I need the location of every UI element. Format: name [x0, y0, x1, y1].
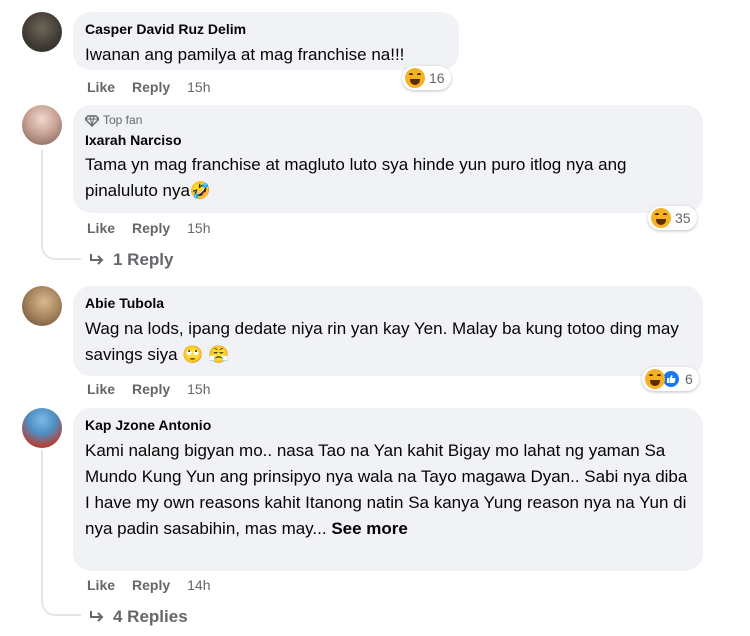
reaction-count: 35: [675, 210, 691, 226]
reaction-summary[interactable]: 35: [648, 206, 697, 230]
haha-icon: [651, 208, 671, 228]
view-replies-button[interactable]: 1 Reply: [89, 250, 173, 270]
comment-actions: Like Reply 14h: [87, 577, 211, 593]
timestamp[interactable]: 15h: [187, 79, 210, 95]
avatar[interactable]: [22, 12, 62, 52]
comment-bubble: Abie Tubola Wag na lods, ipang dedate ni…: [73, 286, 703, 376]
diamond-icon: [85, 114, 99, 127]
reply-button[interactable]: Reply: [132, 577, 170, 593]
reaction-summary[interactable]: 16: [402, 66, 451, 90]
reaction-count: 16: [429, 70, 445, 86]
avatar[interactable]: [22, 105, 62, 145]
replies-label: 4 Replies: [113, 607, 188, 626]
haha-icon: [405, 68, 425, 88]
like-button[interactable]: Like: [87, 220, 115, 236]
reply-arrow-icon: [90, 254, 104, 265]
thread-curve: [41, 240, 81, 260]
timestamp[interactable]: 15h: [187, 381, 210, 397]
top-fan-label: Top fan: [103, 113, 143, 127]
like-button[interactable]: Like: [87, 381, 115, 397]
comment-text: Wag na lods, ipang dedate niya rin yan k…: [85, 319, 679, 364]
haha-icon: [645, 369, 665, 389]
view-replies-button[interactable]: 4 Replies: [89, 607, 188, 627]
avatar[interactable]: [22, 408, 62, 448]
reply-arrow-icon: [90, 611, 104, 622]
replies-label: 1 Reply: [113, 250, 174, 269]
top-fan-badge: Top fan: [85, 113, 691, 128]
comment-actions: Like Reply 15h: [87, 381, 211, 397]
comment-actions: Like Reply 15h: [87, 79, 211, 95]
comment-actions: Like Reply 15h: [87, 220, 211, 236]
thread-curve: [41, 596, 81, 616]
comment-author[interactable]: Ixarah Narciso: [85, 131, 691, 149]
see-more-link[interactable]: See more: [331, 519, 408, 538]
like-button[interactable]: Like: [87, 577, 115, 593]
comment-text: Kami nalang bigyan mo.. nasa Tao na Yan …: [85, 438, 691, 542]
comment-bubble: Top fan Ixarah Narciso Tama yn mag franc…: [73, 105, 703, 213]
comment-author[interactable]: Casper David Ruz Delim: [85, 20, 447, 38]
reaction-summary[interactable]: 6: [642, 367, 699, 391]
comment-bubble: Casper David Ruz Delim Iwanan ang pamily…: [73, 12, 459, 70]
reply-button[interactable]: Reply: [132, 79, 170, 95]
comment-text: Iwanan ang pamilya at mag franchise na!!…: [85, 45, 405, 64]
comment-text: Tama yn mag franchise at magluto luto sy…: [85, 155, 627, 200]
comment-author[interactable]: Kap Jzone Antonio: [85, 416, 691, 434]
timestamp[interactable]: 14h: [187, 577, 210, 593]
thread-line: [41, 450, 43, 602]
reaction-count: 6: [685, 371, 693, 387]
reply-button[interactable]: Reply: [132, 381, 170, 397]
timestamp[interactable]: 15h: [187, 220, 210, 236]
reply-button[interactable]: Reply: [132, 220, 170, 236]
thread-line: [41, 150, 43, 246]
comment-author[interactable]: Abie Tubola: [85, 294, 691, 312]
like-button[interactable]: Like: [87, 79, 115, 95]
avatar[interactable]: [22, 286, 62, 326]
comment-bubble: Kap Jzone Antonio Kami nalang bigyan mo.…: [73, 408, 703, 571]
